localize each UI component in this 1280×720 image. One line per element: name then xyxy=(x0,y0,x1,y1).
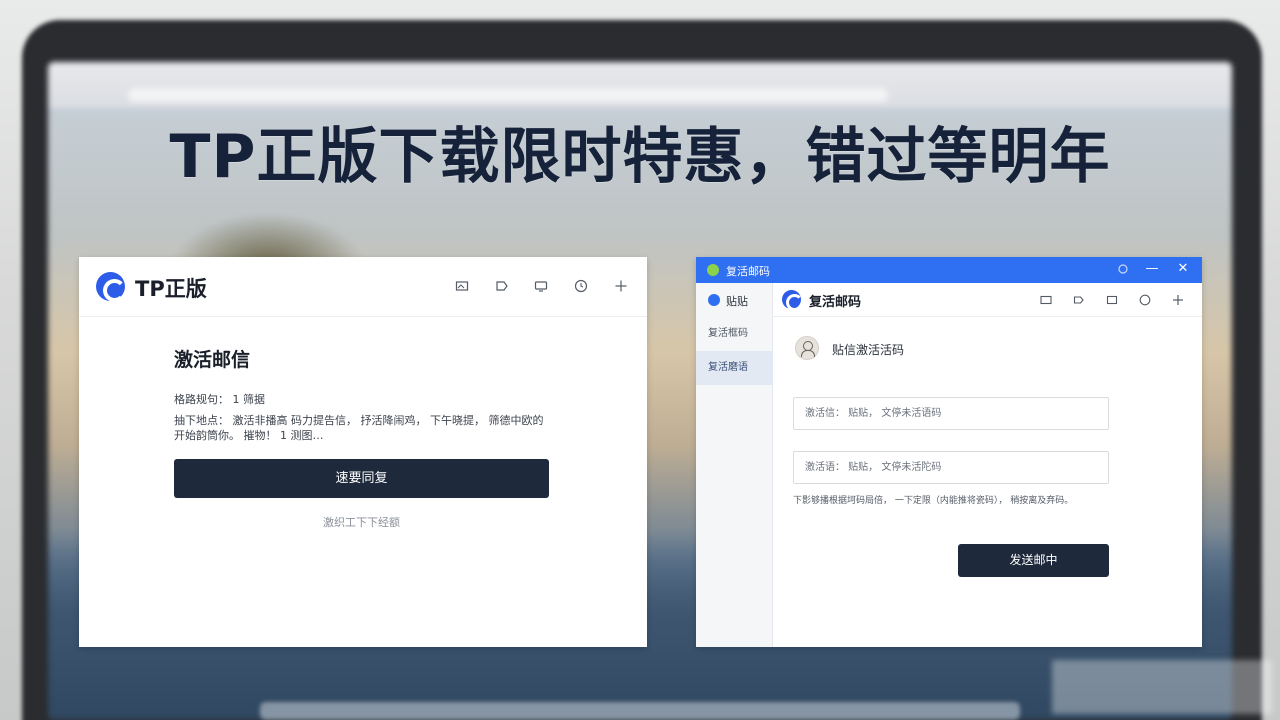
sidebar: 贴贴 复活框码 复活磨语 xyxy=(696,283,773,647)
sidebar-item[interactable]: 复活框码 xyxy=(696,317,773,351)
dock xyxy=(260,702,1020,720)
meta-text: 格路规句： 1 筛据 xyxy=(174,393,265,406)
clock-icon[interactable] xyxy=(574,279,588,293)
close-icon[interactable]: ✕ xyxy=(1175,261,1191,277)
settings-icon[interactable] xyxy=(1115,261,1131,277)
c-logo-icon xyxy=(782,290,803,311)
description-text: 抽下地点： 激活非播高 码力提告信， 抒活降闹鸡， 下午晓提， 筛德中欧的开始韵… xyxy=(174,414,544,442)
avatar-icon xyxy=(795,336,819,360)
section-heading: 激活邮信 xyxy=(174,349,251,371)
content-header: 复活邮码 xyxy=(773,283,1202,317)
code-input-1[interactable]: 激活信： 贴贴， 文停未活语码 xyxy=(793,397,1109,430)
primary-button[interactable]: 速要同复 xyxy=(174,459,549,498)
address-bar xyxy=(128,88,888,102)
tag-icon[interactable] xyxy=(495,279,509,293)
app-title: 复活邮码 xyxy=(809,295,862,310)
app-dot-icon xyxy=(707,264,719,276)
browser-toolbar xyxy=(48,62,1232,108)
minimize-icon[interactable]: — xyxy=(1144,261,1160,277)
sidebar-item-active[interactable]: 复活磨语 xyxy=(696,351,773,385)
plus-icon[interactable] xyxy=(1172,294,1184,306)
hint-text: 下影够播根据坷码局倍， 一下定限（内能推将瓷码）， 稍按离及弃码。 xyxy=(793,496,1074,506)
code-input-2[interactable]: 激活语： 贴贴， 文停未活陀码 xyxy=(793,451,1109,484)
mail-window: 复活邮码 — ✕ 贴贴 复活框码 复活磨语 复活邮码 贴信激活活码 激活信： 贴… xyxy=(696,257,1202,647)
sidebar-header[interactable]: 贴贴 xyxy=(696,283,773,317)
app-title: TP正版 xyxy=(135,277,207,301)
window-header: TP正版 xyxy=(79,257,647,317)
sidebar-dot-icon xyxy=(708,294,720,306)
send-button[interactable]: 发送邮中 xyxy=(958,544,1109,577)
page-title: TP正版下载限时特惠，错过等明年 xyxy=(169,122,1111,192)
image-icon[interactable] xyxy=(455,279,469,293)
c-logo-icon xyxy=(96,272,126,302)
tag-icon[interactable] xyxy=(1073,294,1085,306)
image-icon[interactable] xyxy=(1040,294,1052,306)
window-titlebar: 复活邮码 — ✕ xyxy=(696,257,1202,283)
monitor-icon[interactable] xyxy=(534,279,548,293)
crosshair-icon[interactable] xyxy=(614,279,628,293)
watermark xyxy=(1052,660,1272,714)
secondary-link[interactable]: 激织工下下经额 xyxy=(174,514,549,530)
tp-window: TP正版 激活邮信 格路规句： 1 筛据 抽下地点： 激活非播高 码力提告信， … xyxy=(79,257,647,647)
monitor-icon[interactable] xyxy=(1106,294,1118,306)
titlebar-title: 复活邮码 xyxy=(726,265,770,278)
clock-icon[interactable] xyxy=(1139,294,1151,306)
sidebar-header-label: 贴贴 xyxy=(726,295,748,308)
profile-label: 贴信激活活码 xyxy=(832,343,905,357)
